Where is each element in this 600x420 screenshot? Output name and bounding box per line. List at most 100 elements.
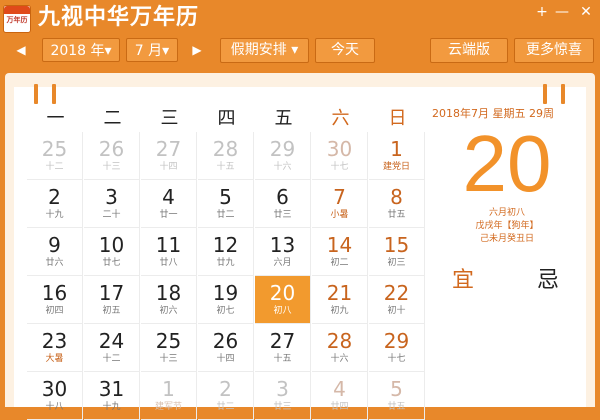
calendar-day-cell[interactable]: 2 十九 — [27, 180, 83, 228]
calendar-day-cell[interactable]: 17 初五 — [84, 276, 140, 324]
weekday-wed: 三 — [160, 108, 179, 129]
calendar-day-cell[interactable]: 27 十五 — [255, 324, 311, 372]
lunar-day-label: 初七 — [216, 306, 235, 316]
lunar-day-label: 初四 — [45, 306, 64, 316]
binder-ring-icon — [543, 84, 547, 104]
calendar-day-cell[interactable]: 18 初六 — [141, 276, 197, 324]
day-number: 15 — [383, 233, 410, 257]
app-logo-icon: 万年历 — [3, 5, 31, 33]
inauspicious-label[interactable]: 忌 — [537, 262, 559, 294]
day-number: 13 — [269, 233, 296, 257]
calendar-day-cell[interactable]: 26 十四 — [198, 324, 254, 372]
calendar-day-cell[interactable]: 10 廿七 — [84, 228, 140, 276]
calendar-day-cell[interactable]: 1 建军节 — [141, 372, 197, 420]
lunar-day-label: 建军节 — [154, 402, 182, 412]
auspicious-label[interactable]: 宜 — [452, 262, 474, 294]
lunar-day-label: 廿五 — [387, 402, 406, 412]
close-button[interactable]: ✕ — [575, 2, 597, 22]
toolbar: ◀ 2018 年▾ 7 月▾ ▶ 假期安排 ▾ 今天 云端版 更多惊喜 — [0, 36, 600, 64]
lunar-day-label: 廿五 — [387, 210, 406, 220]
cloud-version-button[interactable]: 云端版 — [430, 38, 508, 63]
calendar-day-cell[interactable]: 4 廿一 — [141, 180, 197, 228]
lunar-day-label: 廿三 — [273, 402, 292, 412]
pin-button[interactable]: + — [531, 2, 553, 22]
lunar-day-label: 十八 — [45, 402, 64, 412]
lunar-day-label: 初九 — [330, 306, 349, 316]
calendar-day-cell[interactable]: 28 十六 — [312, 324, 368, 372]
calendar-day-cell[interactable]: 2 廿二 — [198, 372, 254, 420]
lunar-day-label: 十六 — [273, 162, 292, 172]
holiday-schedule-button[interactable]: 假期安排 ▾ — [220, 38, 309, 63]
calendar-day-cell[interactable]: 30 十八 — [27, 372, 83, 420]
day-number: 7 — [333, 185, 346, 209]
big-day-number: 20 — [462, 119, 552, 208]
weekday-fri: 五 — [274, 108, 293, 129]
calendar-day-cell[interactable]: 9 廿六 — [27, 228, 83, 276]
day-number: 25 — [41, 137, 68, 161]
calendar-day-cell[interactable]: 15 初三 — [369, 228, 425, 276]
calendar-day-cell[interactable]: 14 初二 — [312, 228, 368, 276]
calendar-day-cell[interactable]: 28 十五 — [198, 132, 254, 180]
calendar-day-cell[interactable]: 13 六月 — [255, 228, 311, 276]
day-number: 28 — [212, 137, 239, 161]
lunar-day-label: 十三 — [159, 354, 178, 364]
weekday-sat: 六 — [331, 108, 350, 129]
prev-month-arrow-icon[interactable]: ◀ — [13, 40, 29, 60]
calendar-day-cell[interactable]: 31 十九 — [84, 372, 140, 420]
calendar-day-cell[interactable]: 5 廿二 — [198, 180, 254, 228]
calendar-day-cell[interactable]: 7 小暑 — [312, 180, 368, 228]
day-number: 20 — [269, 281, 296, 305]
next-month-arrow-icon[interactable]: ▶ — [189, 40, 205, 60]
calendar-day-cell[interactable]: 8 廿五 — [369, 180, 425, 228]
calendar-day-cell-today[interactable]: 20 初八 — [255, 276, 311, 324]
minimize-button[interactable]: — — [551, 2, 573, 22]
calendar-day-cell[interactable]: 6 廿三 — [255, 180, 311, 228]
day-number: 18 — [155, 281, 182, 305]
calendar-day-cell[interactable]: 25 十二 — [27, 132, 83, 180]
day-number: 10 — [98, 233, 125, 257]
month-select[interactable]: 7 月▾ — [126, 38, 178, 62]
calendar-day-cell[interactable]: 27 十四 — [141, 132, 197, 180]
calendar-day-cell[interactable]: 29 十七 — [369, 324, 425, 372]
day-number: 12 — [212, 233, 239, 257]
day-number: 9 — [48, 233, 61, 257]
calendar-day-cell[interactable]: 11 廿八 — [141, 228, 197, 276]
calendar-day-cell[interactable]: 19 初七 — [198, 276, 254, 324]
calendar-day-cell[interactable]: 22 初十 — [369, 276, 425, 324]
day-number: 6 — [276, 185, 289, 209]
calendar-day-cell[interactable]: 21 初九 — [312, 276, 368, 324]
today-button[interactable]: 今天 — [315, 38, 375, 63]
lunar-day-label: 初八 — [273, 306, 292, 316]
lunar-date: 六月初八 — [488, 208, 525, 218]
calendar-day-cell[interactable]: 5 廿五 — [369, 372, 425, 420]
day-number: 28 — [326, 329, 353, 353]
calendar-day-cell[interactable]: 23 大暑 — [27, 324, 83, 372]
year-select[interactable]: 2018 年▾ — [42, 38, 120, 62]
calendar-day-cell[interactable]: 12 廿九 — [198, 228, 254, 276]
calendar-day-cell[interactable]: 3 二十 — [84, 180, 140, 228]
lunar-day-label: 廿四 — [330, 402, 349, 412]
calendar-day-cell[interactable]: 26 十三 — [84, 132, 140, 180]
day-number: 8 — [390, 185, 403, 209]
calendar-day-cell[interactable]: 1 建党日 — [369, 132, 425, 180]
calendar-day-cell[interactable]: 25 十三 — [141, 324, 197, 372]
day-number: 22 — [383, 281, 410, 305]
lunar-day-label: 初十 — [387, 306, 406, 316]
calendar-day-cell[interactable]: 3 廿三 — [255, 372, 311, 420]
day-number: 17 — [98, 281, 125, 305]
calendar-day-cell[interactable]: 16 初四 — [27, 276, 83, 324]
lunar-day-label: 建党日 — [382, 162, 410, 172]
calendar-day-cell[interactable]: 29 十六 — [255, 132, 311, 180]
day-number: 26 — [212, 329, 239, 353]
lunar-day-label: 廿六 — [45, 258, 64, 268]
calendar-day-cell[interactable]: 4 廿四 — [312, 372, 368, 420]
day-number: 3 — [276, 377, 289, 401]
more-surprises-button[interactable]: 更多惊喜 — [514, 38, 594, 63]
lunar-day-label: 十七 — [387, 354, 406, 364]
lunar-day-label: 初五 — [102, 306, 121, 316]
calendar-day-cell[interactable]: 30 十七 — [312, 132, 368, 180]
lunar-day-label: 十二 — [45, 162, 64, 172]
calendar-day-cell[interactable]: 24 十二 — [84, 324, 140, 372]
binder-ring-icon — [561, 84, 565, 104]
lunar-day-label: 十四 — [159, 162, 178, 172]
